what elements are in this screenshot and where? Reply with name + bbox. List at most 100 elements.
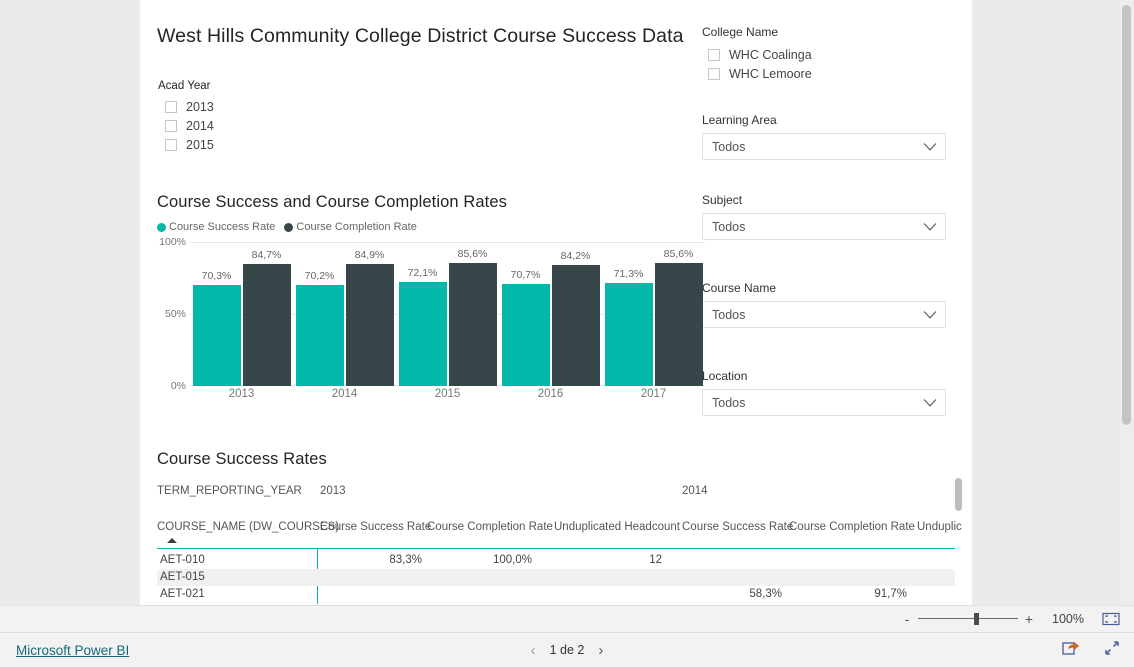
bar-group: 70,3% 84,7%: [190, 242, 293, 386]
subject-value: Todos: [712, 219, 746, 234]
chevron-down-icon[interactable]: [923, 142, 937, 151]
matrix-scrollbar-thumb[interactable]: [955, 478, 962, 511]
report-scrollbar[interactable]: [1119, 0, 1134, 605]
bar[interactable]: 71,3%: [604, 268, 653, 386]
zoom-level-label: 100%: [1052, 612, 1084, 626]
y-axis-tick: 100%: [159, 236, 186, 248]
chart-plot-area: 70,3% 84,7% 70,2% 84,9% 72,1% 85,6% 70,7% 84,2%…: [190, 242, 705, 386]
sort-ascending-icon[interactable]: [167, 538, 177, 543]
footer-actions: [1038, 640, 1120, 661]
checkbox-icon[interactable]: [708, 67, 720, 80]
matrix-column-header[interactable]: Course Completion Rate: [789, 521, 915, 533]
zoom-slider[interactable]: [918, 612, 1018, 626]
bar-data-label: 71,3%: [613, 268, 644, 281]
checkbox-icon[interactable]: [165, 100, 177, 113]
learning-area-dropdown[interactable]: Todos: [702, 133, 946, 160]
zoom-slider-handle[interactable]: [974, 613, 979, 625]
course-name-dropdown[interactable]: Todos: [702, 301, 946, 328]
bar[interactable]: 85,6%: [448, 248, 497, 386]
report-viewport: West Hills Community College District Co…: [0, 0, 1134, 605]
zoom-out-button[interactable]: -: [900, 611, 914, 627]
matrix-cell: 12: [649, 554, 662, 566]
matrix-row-name: AET-010: [160, 554, 205, 566]
page-indicator: 1 de 2: [549, 643, 585, 657]
filter-learning-area-label: Learning Area: [702, 113, 777, 127]
power-bi-brand-link[interactable]: Microsoft Power BI: [16, 643, 129, 658]
legend-swatch: [157, 222, 166, 232]
legend-item-course-completion-rate[interactable]: Course Completion Rate: [284, 221, 417, 233]
matrix-visual[interactable]: Course Success Rates TERM_REPORTING_YEAR…: [157, 450, 972, 605]
bar[interactable]: 70,2%: [295, 270, 344, 386]
filter-location: Location Todos: [702, 369, 946, 416]
bar-data-label: 70,3%: [201, 269, 232, 282]
checkbox-icon[interactable]: [708, 48, 720, 61]
fit-to-page-icon[interactable]: [1102, 612, 1120, 626]
bar[interactable]: 70,3%: [192, 270, 241, 386]
slicer-acad-year[interactable]: Acad Year 2013 2014 2015: [157, 80, 557, 152]
power-bi-report-viewer: West Hills Community College District Co…: [0, 0, 1134, 667]
slicer-item-2013[interactable]: 2013: [165, 97, 557, 116]
bar-data-label: 84,2%: [560, 249, 591, 262]
slicer-item-2014[interactable]: 2014: [165, 116, 557, 135]
matrix-column-header[interactable]: Course Success Rate: [320, 521, 431, 533]
legend-label: Course Success Rate: [169, 221, 276, 233]
zoom-toolbar: - + 100%: [0, 605, 1134, 633]
bar[interactable]: 84,7%: [242, 249, 291, 386]
filter-subject-label: Subject: [702, 193, 743, 207]
checklist-item-whc-lemoore[interactable]: WHC Lemoore: [708, 64, 946, 83]
bar-group: 70,7% 84,2%: [499, 242, 602, 386]
bar-group: 72,1% 85,6%: [396, 242, 499, 386]
slicer-acad-year-label: Acad Year: [158, 80, 211, 92]
checkbox-icon[interactable]: [165, 138, 177, 151]
matrix-column-header[interactable]: Unduplicated Headcount: [554, 521, 680, 533]
chart-title: Course Success and Course Completion Rat…: [157, 193, 507, 211]
checklist-item-whc-coalinga[interactable]: WHC Coalinga: [708, 45, 946, 64]
slicer-item-label: 2014: [186, 118, 214, 133]
matrix-column-header[interactable]: Course Completion Rate: [427, 521, 553, 533]
legend-item-course-success-rate[interactable]: Course Success Rate: [157, 221, 275, 233]
chevron-down-icon[interactable]: [923, 398, 937, 407]
subject-dropdown[interactable]: Todos: [702, 213, 946, 240]
bar-data-label: 85,6%: [457, 247, 488, 260]
table-row[interactable]: AET-010 83,3% 100,0% 12: [157, 552, 955, 569]
next-page-button[interactable]: ›: [584, 642, 617, 659]
chevron-down-icon[interactable]: [923, 310, 937, 319]
table-row[interactable]: AET-021 58,3% 91,7%: [157, 586, 955, 603]
bar[interactable]: 70,7%: [501, 269, 550, 386]
matrix-header-row-measures: COURSE_NAME (DW_COURSES) Course Success …: [157, 493, 972, 533]
page-navigation: ‹ 1 de 2 ›: [517, 642, 618, 659]
matrix-column-header[interactable]: Course Success Rate: [682, 521, 793, 533]
table-row[interactable]: AET-015: [157, 569, 955, 586]
bar-data-label: 84,7%: [251, 249, 282, 262]
filter-subject: Subject Todos: [702, 193, 946, 240]
zoom-in-button[interactable]: +: [1022, 611, 1036, 627]
matrix-title: Course Success Rates: [157, 450, 327, 468]
report-footer: Microsoft Power BI ‹ 1 de 2 ›: [0, 633, 1134, 667]
fullscreen-icon[interactable]: [1104, 640, 1120, 661]
matrix-cell: 100,0%: [492, 554, 532, 566]
location-dropdown[interactable]: Todos: [702, 389, 946, 416]
bar-data-label: 70,7%: [510, 269, 541, 282]
x-axis-tick: 2014: [331, 388, 358, 400]
matrix-column-header[interactable]: Unduplic: [917, 521, 962, 533]
bar[interactable]: 84,2%: [551, 250, 600, 386]
matrix-header: TERM_REPORTING_YEAR 2013 2014 COURSE_NAM…: [157, 475, 972, 533]
previous-page-button[interactable]: ‹: [517, 642, 550, 659]
chevron-down-icon[interactable]: [923, 222, 937, 231]
bar[interactable]: 85,6%: [654, 248, 703, 386]
learning-area-value: Todos: [712, 139, 746, 154]
filter-course-name-label: Course Name: [702, 281, 777, 295]
bar[interactable]: 72,1%: [398, 267, 447, 386]
legend-label: Course Completion Rate: [296, 221, 417, 233]
slicer-item-2015[interactable]: 2015: [165, 135, 557, 152]
y-axis-tick: 50%: [164, 308, 186, 320]
chart-x-axis: 2013 2014 2015 2016 2017: [190, 388, 705, 400]
checkbox-icon[interactable]: [165, 119, 177, 132]
bar-data-label: 85,6%: [663, 247, 694, 260]
report-scrollbar-thumb[interactable]: [1122, 5, 1131, 425]
matrix-header-row-year: TERM_REPORTING_YEAR 2013 2014: [157, 475, 972, 497]
bar[interactable]: 84,9%: [345, 249, 394, 386]
legend-swatch: [284, 222, 294, 232]
bar-chart-visual[interactable]: Course Success and Course Completion Rat…: [157, 193, 705, 425]
share-icon[interactable]: [1062, 640, 1080, 661]
